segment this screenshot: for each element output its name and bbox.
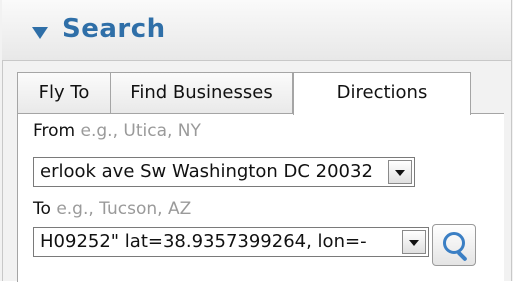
tab-bar: Fly To Find Businesses Directions [17,72,487,115]
tab-directions[interactable]: Directions [293,72,471,115]
panel-border [511,0,512,281]
chevron-down-icon [409,240,419,246]
to-label: To [33,199,51,219]
magnifier-icon [443,232,465,254]
from-label: From [33,121,76,141]
tab-fly-to[interactable]: Fly To [17,72,111,113]
to-hint: e.g., Tucson, AZ [56,199,192,219]
to-dropdown-button[interactable] [402,230,426,254]
magnifier-handle [456,250,468,262]
search-panel: Search Fly To Find Businesses Directions… [0,0,513,282]
tab-find-businesses[interactable]: Find Businesses [110,72,293,113]
to-input[interactable]: H09252" lat=38.9357399264, lon=- [40,231,398,252]
panel-title: Search [62,14,166,44]
chevron-down-icon [395,170,405,176]
triangle-down-icon[interactable] [32,27,48,39]
to-label-row: To e.g., Tucson, AZ [33,199,191,219]
from-input[interactable]: erlook ave Sw Washington DC 20032 [40,161,384,182]
from-label-row: From e.g., Utica, NY [33,121,201,141]
from-dropdown-button[interactable] [388,160,412,184]
directions-form: From e.g., Utica, NY erlook ave Sw Washi… [17,113,504,282]
from-combobox[interactable]: erlook ave Sw Washington DC 20032 [33,157,415,187]
search-panel-header[interactable]: Search [2,0,511,61]
search-button[interactable] [432,224,476,266]
panel-border-left [2,60,3,281]
to-combobox[interactable]: H09252" lat=38.9357399264, lon=- [33,227,429,257]
from-hint: e.g., Utica, NY [80,121,201,141]
